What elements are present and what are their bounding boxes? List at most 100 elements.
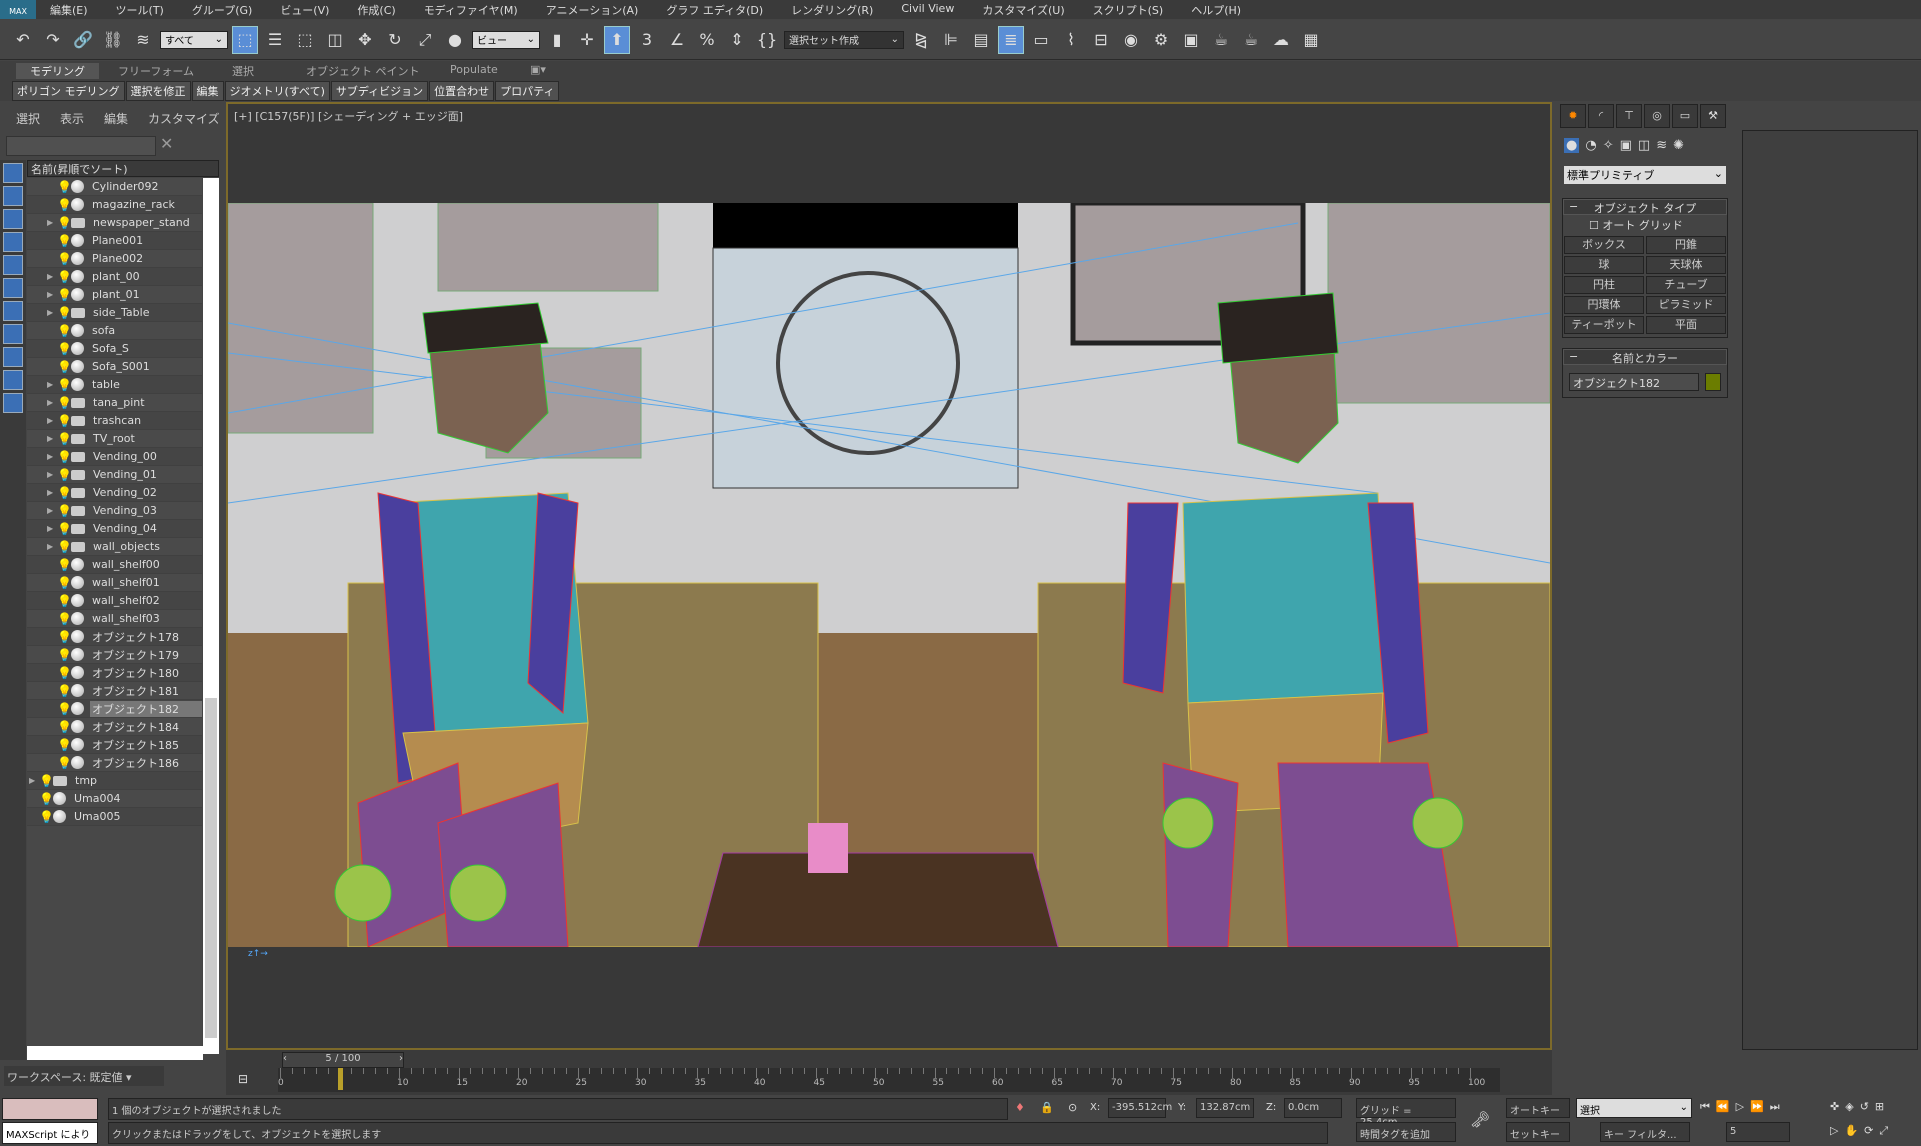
expand-arrow-icon[interactable]: ▶ <box>47 434 57 443</box>
curve-editor-icon[interactable]: ⌇ <box>1058 26 1084 54</box>
menu-item[interactable]: グループ(G) <box>178 2 266 18</box>
display-helpers-icon[interactable] <box>3 255 23 275</box>
display-frozen-icon[interactable] <box>3 393 23 413</box>
keyboard-shortcut-icon[interactable]: ⬆ <box>604 25 630 54</box>
primitive-button[interactable]: 平面 <box>1646 316 1726 334</box>
ribbon-panel-button[interactable]: 編集 <box>191 81 224 101</box>
zoom-icon[interactable]: ✜ <box>1830 1100 1839 1113</box>
move-icon[interactable]: ✥ <box>352 26 378 54</box>
visibility-bulb-icon[interactable]: 💡 <box>39 774 54 788</box>
display-lights-icon[interactable] <box>3 209 23 229</box>
expand-arrow-icon[interactable]: ▶ <box>47 272 57 281</box>
ribbon-panel-button[interactable]: 選択を修正 <box>125 81 191 101</box>
visibility-bulb-icon[interactable]: 💡 <box>57 180 72 194</box>
list-item[interactable]: ▶ 💡 Vending_04 <box>27 520 202 538</box>
bind-spacewarp-icon[interactable]: ≋ <box>130 26 156 54</box>
visibility-bulb-icon[interactable]: 💡 <box>57 612 72 626</box>
list-item[interactable]: 💡 wall_shelf00 <box>27 556 202 574</box>
selection-lock-icon[interactable]: 🔒 <box>1040 1101 1054 1114</box>
placement-icon[interactable]: ● <box>442 26 468 54</box>
viewport[interactable]: [+] [C157(5F)] [シェーディング + エッジ面] z↑→ <box>226 102 1552 1050</box>
clear-search-icon[interactable]: ✕ <box>160 134 173 153</box>
app-logo[interactable]: MAX <box>0 0 36 19</box>
visibility-bulb-icon[interactable]: 💡 <box>57 324 72 338</box>
render-iterative-icon[interactable]: ☕ <box>1238 26 1264 54</box>
visibility-bulb-icon[interactable]: 💡 <box>57 576 72 590</box>
menu-item[interactable]: ビュー(V) <box>266 2 343 18</box>
list-item[interactable]: 💡 オブジェクト186 <box>27 754 202 772</box>
ribbon-tab[interactable]: オブジェクト ペイント <box>306 63 420 79</box>
visibility-bulb-icon[interactable]: 💡 <box>57 360 72 374</box>
horizontal-scrollbar[interactable] <box>27 1046 203 1060</box>
orbit-subobject-icon[interactable]: ⟳ <box>1864 1124 1873 1138</box>
display-xrefs-icon[interactable] <box>3 324 23 344</box>
list-item[interactable]: 💡 Sofa_S001 <box>27 358 202 376</box>
display-shapes-icon[interactable] <box>3 186 23 206</box>
layer-explorer-icon[interactable]: ≣ <box>998 25 1024 54</box>
utilities-tab-icon[interactable]: ⚒ <box>1700 104 1726 128</box>
list-item[interactable]: 💡 Plane001 <box>27 232 202 250</box>
helpers-icon[interactable]: ◫ <box>1638 138 1650 153</box>
category-dropdown[interactable]: 標準プリミティブ ⌄ <box>1564 166 1726 184</box>
name-color-header[interactable]: − 名前とカラー <box>1563 349 1727 365</box>
list-item[interactable]: ▶ 💡 tmp <box>27 772 202 790</box>
link-icon[interactable]: 🔗 <box>70 26 96 54</box>
list-item[interactable]: ▶ 💡 wall_objects <box>27 538 202 556</box>
primitive-button[interactable]: 天球体 <box>1646 256 1726 274</box>
display-geometry-icon[interactable] <box>3 163 23 183</box>
visibility-bulb-icon[interactable]: 💡 <box>57 306 72 320</box>
shapes-icon[interactable]: ◔ <box>1585 138 1596 153</box>
ribbon-tab[interactable]: Populate <box>450 63 498 76</box>
list-item[interactable]: ▶ 💡 Vending_00 <box>27 448 202 466</box>
visibility-bulb-icon[interactable]: 💡 <box>39 792 54 806</box>
list-item[interactable]: 💡 オブジェクト180 <box>27 664 202 682</box>
list-item[interactable]: 💡 オブジェクト179 <box>27 646 202 664</box>
autogrid-checkbox[interactable]: ☐ オート グリッド <box>1563 215 1727 235</box>
zoom-all-icon[interactable]: ◈ <box>1845 1100 1853 1113</box>
list-item[interactable]: ▶ 💡 table <box>27 376 202 394</box>
cameras-icon[interactable]: ▣ <box>1620 138 1632 153</box>
absolute-mode-icon[interactable]: ⊙ <box>1068 1101 1077 1114</box>
list-scrollbar[interactable] <box>203 178 219 1054</box>
visibility-bulb-icon[interactable]: 💡 <box>57 396 72 410</box>
list-item[interactable]: 💡 Cylinder092 <box>27 178 202 196</box>
visibility-bulb-icon[interactable]: 💡 <box>39 810 54 824</box>
primitive-button[interactable]: 球 <box>1564 256 1644 274</box>
list-item[interactable]: 💡 wall_shelf02 <box>27 592 202 610</box>
list-item[interactable]: ▶ 💡 TV_root <box>27 430 202 448</box>
go-to-start-icon[interactable]: ⏮ <box>1700 1100 1710 1114</box>
list-item[interactable]: 💡 オブジェクト178 <box>27 628 202 646</box>
pivot-center-icon[interactable]: ▮ <box>544 26 570 54</box>
undo-icon[interactable]: ↶ <box>10 26 36 54</box>
set-key-button[interactable]: セットキー <box>1506 1122 1570 1142</box>
primitive-button[interactable]: 円環体 <box>1564 296 1644 314</box>
maxscript-listener[interactable] <box>2 1098 98 1120</box>
orbit-icon[interactable]: ↺ <box>1860 1100 1869 1113</box>
display-groups-icon[interactable] <box>3 301 23 321</box>
next-frame-icon[interactable]: ⏩ <box>1750 1100 1764 1114</box>
display-tab-icon[interactable]: ▭ <box>1672 104 1698 128</box>
rect-selection-icon[interactable]: ⬚ <box>292 26 318 54</box>
maximize-toggle-icon[interactable]: ⊞ <box>1875 1100 1884 1113</box>
spacewarps-icon[interactable]: ≋ <box>1656 138 1667 153</box>
ribbon-panel-button[interactable]: ポリゴン モデリング <box>12 81 125 101</box>
list-item[interactable]: ▶ 💡 plant_01 <box>27 286 202 304</box>
ribbon-options-icon[interactable]: ▣▾ <box>530 63 546 76</box>
current-frame-input[interactable]: 5 <box>1726 1122 1790 1142</box>
window-crossing-icon[interactable]: ◫ <box>322 26 348 54</box>
object-type-header[interactable]: − オブジェクト タイプ <box>1563 199 1727 215</box>
visibility-bulb-icon[interactable]: 💡 <box>57 738 72 752</box>
expand-arrow-icon[interactable]: ▶ <box>29 776 39 785</box>
menu-item[interactable]: スクリプト(S) <box>1079 2 1178 18</box>
menu-item[interactable]: ヘルプ(H) <box>1177 2 1255 18</box>
z-coordinate-input[interactable]: 0.0cm <box>1284 1098 1342 1118</box>
time-track[interactable]: 0510152025303540455055606570758085909510… <box>278 1068 1500 1092</box>
systems-icon[interactable]: ✺ <box>1673 138 1684 153</box>
explorer-menu-item[interactable]: 選択 <box>16 110 40 127</box>
snap-toggle-icon[interactable]: 3 <box>634 26 660 54</box>
display-bones-icon[interactable] <box>3 347 23 367</box>
spinner-snap-icon[interactable]: ⇕ <box>724 26 750 54</box>
motion-tab-icon[interactable]: ◎ <box>1644 104 1670 128</box>
visibility-bulb-icon[interactable]: 💡 <box>57 504 72 518</box>
visibility-bulb-icon[interactable]: 💡 <box>57 630 72 644</box>
